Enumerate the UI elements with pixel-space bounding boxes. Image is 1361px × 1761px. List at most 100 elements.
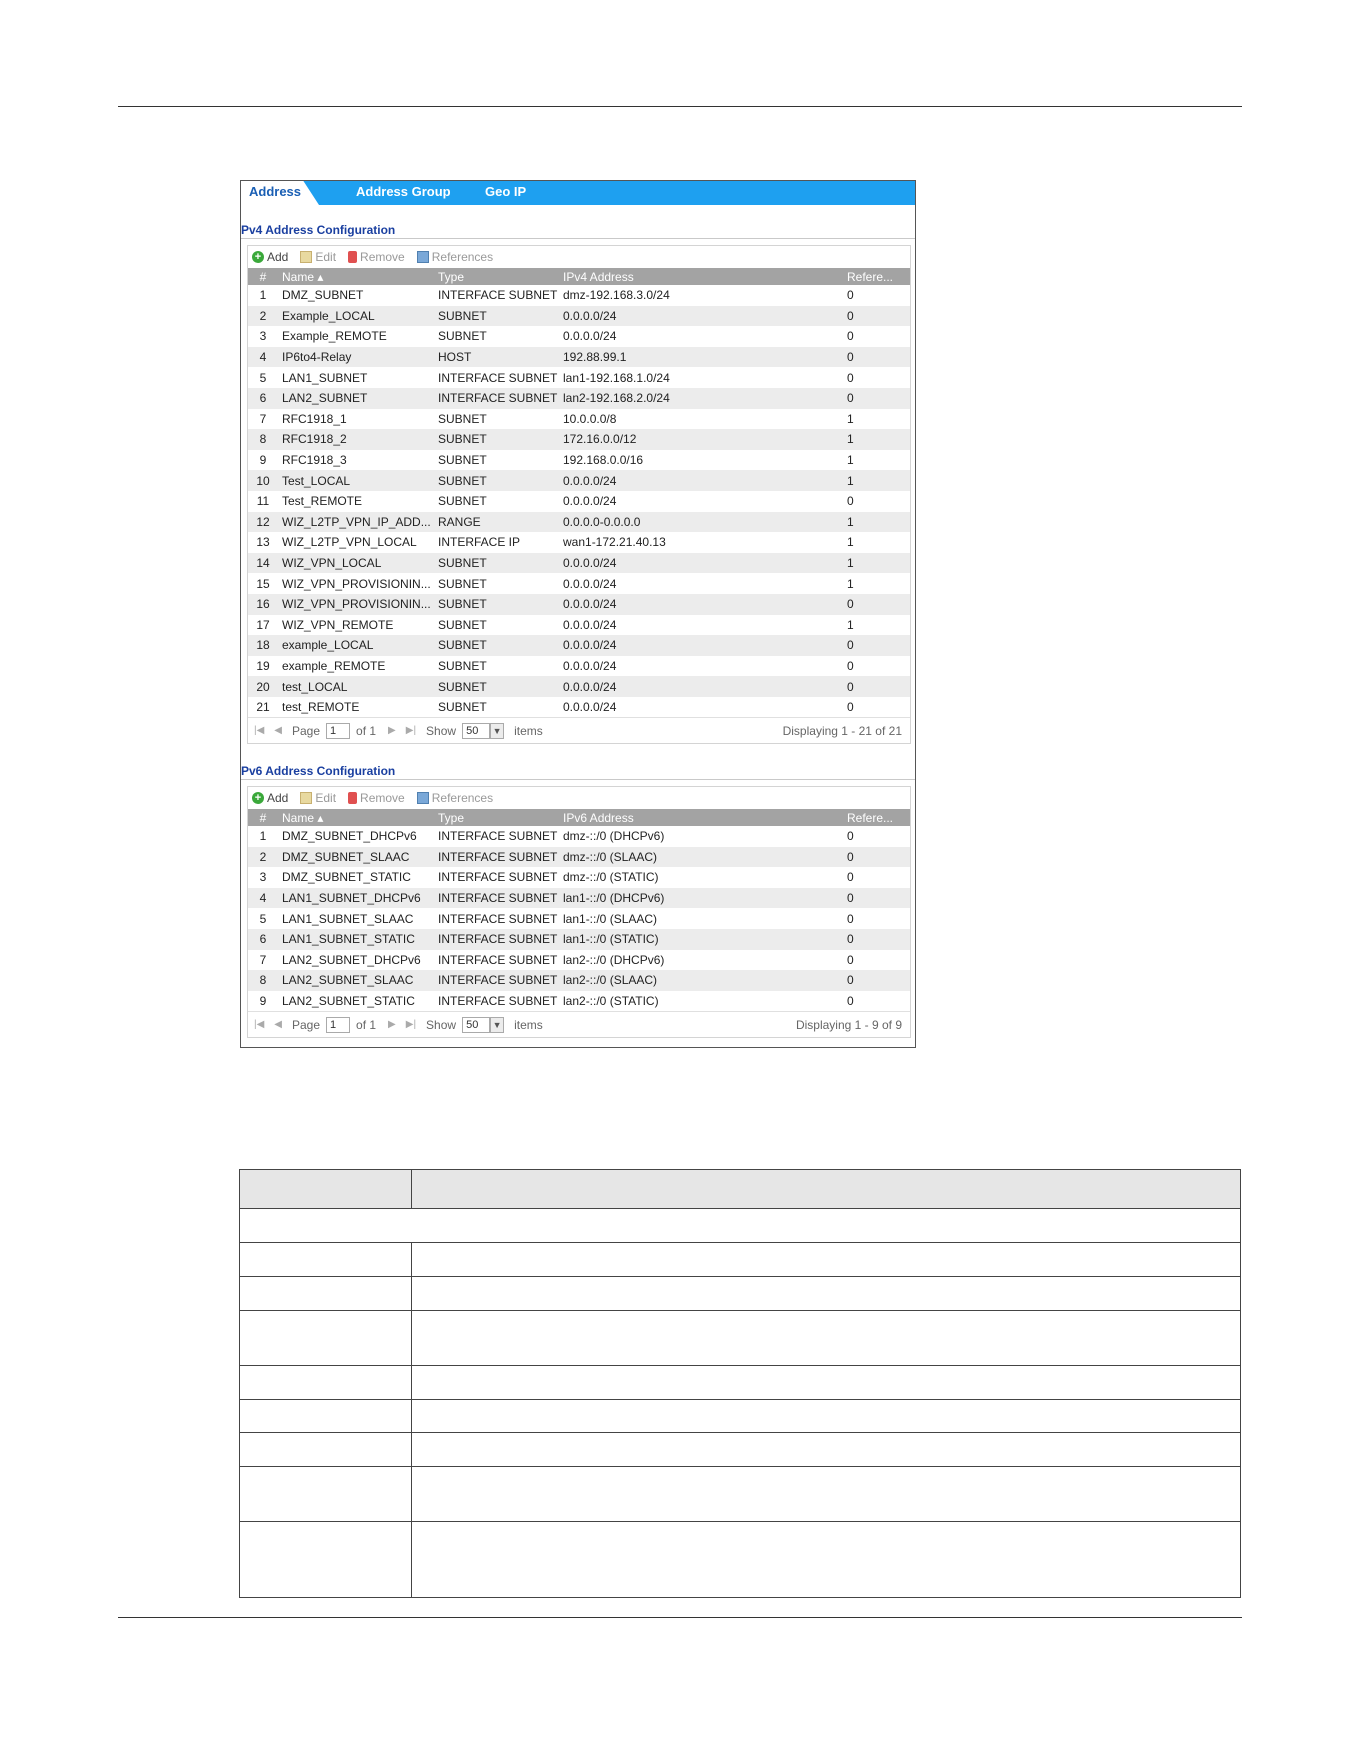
col-name-header[interactable]: Name ▴ [278, 270, 436, 284]
table-row[interactable]: 8 RFC1918_2 SUBNET 172.16.0.0/12 1 [248, 429, 910, 450]
table-row[interactable]: 9 LAN2_SUBNET_STATIC INTERFACE SUBNET lan2-… [248, 991, 910, 1012]
col-references-header[interactable]: Refere... [845, 811, 910, 825]
row-references: 0 [847, 658, 854, 673]
row-references: 1 [847, 432, 854, 447]
table-row[interactable]: 14 WIZ_VPN_LOCAL SUBNET 0.0.0.0/24 1 [248, 552, 910, 574]
page-of-label: of 1 [356, 723, 377, 738]
table-row[interactable]: 4 LAN1_SUBNET_DHCPv6 INTERFACE SUBNET lan1-… [248, 887, 910, 909]
ipv4-remove-button[interactable]: Remove [348, 250, 405, 264]
table-row-divider [240, 1432, 1240, 1433]
edit-icon [300, 792, 313, 804]
references-icon [416, 792, 429, 804]
ipv6-edit-button[interactable]: Edit [300, 791, 336, 805]
row-type: SUBNET [438, 679, 487, 694]
col-type-header[interactable]: Type [436, 270, 561, 284]
tab-geo-ip[interactable]: Geo IP [485, 183, 526, 201]
row-references: 0 [847, 973, 854, 988]
row-number: 13 [256, 535, 270, 550]
page-header-rule [118, 106, 1242, 107]
first-page-icon[interactable]: |◀ [254, 1019, 264, 1030]
ipv6-toolbar: + Add Edit Remove References [248, 787, 910, 809]
prev-page-icon[interactable]: ◀ [274, 1019, 282, 1030]
row-address: lan2-::/0 (DHCPv6) [563, 952, 665, 967]
col-number-header[interactable]: # [248, 270, 278, 284]
ipv4-edit-button[interactable]: Edit [300, 250, 336, 264]
col-name-header[interactable]: Name ▴ [278, 811, 436, 825]
table-row[interactable]: 7 RFC1918_1 SUBNET 10.0.0.0/8 1 [248, 409, 910, 430]
col-references-header[interactable]: Refere... [845, 270, 910, 284]
table-row[interactable]: 5 LAN1_SUBNET INTERFACE SUBNET lan1-192.168… [248, 367, 910, 388]
table-row[interactable]: 2 DMZ_SUBNET_SLAAC INTERFACE SUBNET dmz-::/… [248, 846, 910, 868]
table-row[interactable]: 3 Example_REMOTE SUBNET 0.0.0.0/24 0 [248, 326, 910, 347]
table-row[interactable]: 6 LAN1_SUBNET_STATIC INTERFACE SUBNET lan1-… [248, 928, 910, 950]
tab-address[interactable]: Address [249, 183, 301, 201]
table-row[interactable]: 2 Example_LOCAL SUBNET 0.0.0.0/24 0 [248, 305, 910, 327]
table-row[interactable]: 21 test_REMOTE SUBNET 0.0.0.0/24 0 [248, 697, 910, 718]
table-row[interactable]: 18 example_LOCAL SUBNET 0.0.0.0/24 0 [248, 635, 910, 656]
table-row[interactable]: 9 RFC1918_3 SUBNET 192.168.0.0/16 1 [248, 450, 910, 471]
row-type: SUBNET [438, 494, 487, 509]
table-row[interactable]: 1 DMZ_SUBNET INTERFACE SUBNET dmz-192.168.3… [248, 285, 910, 306]
per-page-select[interactable]: 50 [462, 1016, 491, 1033]
add-icon: + [252, 792, 264, 804]
table-row[interactable]: 13 WIZ_L2TP_VPN_LOCAL INTERFACE IP wan1-172… [248, 532, 910, 553]
page-number-input[interactable]: 1 [326, 1016, 351, 1033]
ipv6-add-button[interactable]: + Add [252, 791, 288, 805]
row-number: 5 [259, 370, 267, 385]
table-row[interactable]: 3 DMZ_SUBNET_STATIC INTERFACE SUBNET dmz-::… [248, 867, 910, 888]
table-row-divider [240, 1521, 1240, 1522]
displaying-count: Displaying 1 - 21 of 21 [782, 723, 902, 738]
page-number-input[interactable]: 1 [326, 722, 351, 739]
table-row[interactable]: 5 LAN1_SUBNET_SLAAC INTERFACE SUBNET lan1-:… [248, 908, 910, 929]
prev-page-icon[interactable]: ◀ [274, 725, 282, 736]
table-row[interactable]: 19 example_REMOTE SUBNET 0.0.0.0/24 0 [248, 656, 910, 677]
per-page-select[interactable]: 50 [462, 722, 491, 739]
table-row[interactable]: 1 DMZ_SUBNET_DHCPv6 INTERFACE SUBNET dmz-::… [248, 826, 910, 847]
row-address: 0.0.0.0/24 [563, 556, 617, 571]
ipv6-references-button[interactable]: References [416, 791, 493, 805]
ipv4-table-header: # Name ▴ Type IPv4 Address Refere... [248, 268, 910, 285]
row-name: LAN1_SUBNET_DHCPv6 [282, 891, 421, 906]
next-page-icon[interactable]: ▶ [388, 725, 396, 736]
row-number: 18 [256, 638, 270, 653]
table-row[interactable]: 16 WIZ_VPN_PROVISIONIN... SUBNET 0.0.0.0/24… [248, 593, 910, 615]
chevron-down-icon[interactable]: ▼ [490, 722, 505, 739]
table-row[interactable]: 20 test_LOCAL SUBNET 0.0.0.0/24 0 [248, 676, 910, 697]
col-address-header[interactable]: IPv4 Address [561, 270, 845, 284]
ipv6-remove-button[interactable]: Remove [348, 791, 405, 805]
table-row-divider [240, 1399, 1240, 1400]
first-page-icon[interactable]: |◀ [254, 725, 264, 736]
row-name: example_LOCAL [282, 638, 374, 653]
row-address: 10.0.0.0/8 [563, 411, 617, 426]
row-name: DMZ_SUBNET_SLAAC [282, 849, 410, 864]
row-address: 0.0.0.0/24 [563, 679, 617, 694]
row-address: dmz-::/0 (DHCPv6) [563, 829, 665, 844]
col-type-header[interactable]: Type [436, 811, 561, 825]
table-row[interactable]: 12 WIZ_L2TP_VPN_IP_ADD... RANGE 0.0.0.0-0.0… [248, 511, 910, 533]
table-row[interactable]: 6 LAN2_SUBNET INTERFACE SUBNET lan2-192.168… [248, 387, 910, 409]
row-references: 0 [847, 891, 854, 906]
next-page-icon[interactable]: ▶ [388, 1019, 396, 1030]
ipv4-references-button[interactable]: References [416, 250, 493, 264]
row-type: INTERFACE SUBNET [438, 994, 558, 1009]
table-row[interactable]: 17 WIZ_VPN_REMOTE SUBNET 0.0.0.0/24 1 [248, 615, 910, 636]
chevron-down-icon[interactable]: ▼ [490, 1016, 505, 1033]
tab-address-group[interactable]: Address Group [356, 183, 451, 201]
row-address: 0.0.0.0/24 [563, 308, 617, 323]
last-page-icon[interactable]: ▶| [406, 1019, 416, 1030]
table-row[interactable]: 15 WIZ_VPN_PROVISIONIN... SUBNET 0.0.0.0/24… [248, 573, 910, 594]
show-label: Show [426, 1017, 457, 1032]
table-row[interactable]: 11 Test_REMOTE SUBNET 0.0.0.0/24 0 [248, 491, 910, 512]
table-row[interactable]: 8 LAN2_SUBNET_SLAAC INTERFACE SUBNET lan2-:… [248, 970, 910, 991]
table-row[interactable]: 7 LAN2_SUBNET_DHCPv6 INTERFACE SUBNET lan2-… [248, 950, 910, 971]
table-row[interactable]: 4 IP6to4-Relay HOST 192.88.99.1 0 [248, 346, 910, 368]
col-number-header[interactable]: # [248, 811, 278, 825]
table-row[interactable]: 10 Test_LOCAL SUBNET 0.0.0.0/24 1 [248, 470, 910, 491]
row-type: RANGE [438, 514, 481, 529]
row-name: Example_REMOTE [282, 329, 387, 344]
ipv4-add-button[interactable]: + Add [252, 250, 288, 264]
tab-bar: Address Address Group Geo IP [241, 181, 915, 205]
last-page-icon[interactable]: ▶| [406, 725, 416, 736]
row-address: lan1-192.168.1.0/24 [563, 370, 670, 385]
col-address-header[interactable]: IPv6 Address [561, 811, 845, 825]
